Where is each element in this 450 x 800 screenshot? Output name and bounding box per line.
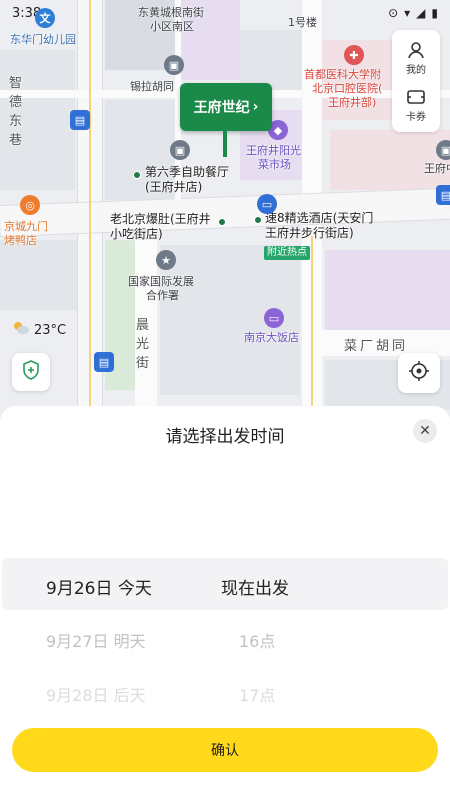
status-icons: ⊙ ▾ ◢ ▮ [388, 6, 438, 20]
wifi-icon: ▾ [404, 6, 411, 20]
map-label[interactable]: 北京口腔医院( [312, 82, 382, 96]
map-block [325, 250, 450, 330]
time-option[interactable]: 17点 [239, 682, 275, 706]
map-label[interactable]: 王府井阳光 [246, 144, 301, 158]
card-label: 卡券 [406, 112, 426, 123]
map-label: 1号楼 [288, 16, 317, 29]
building-icon: ▣ [164, 55, 184, 75]
road-horizontal [0, 188, 450, 236]
safety-button[interactable] [12, 353, 50, 391]
bus-stop-icon[interactable]: ▤ [70, 110, 90, 130]
map-label[interactable]: 速8精选酒店(天安门 [265, 211, 373, 225]
map-block [0, 240, 80, 310]
map-block [330, 130, 450, 190]
map-label: 合作署 [146, 289, 179, 302]
map-label[interactable]: 南京大饭店 [244, 331, 299, 345]
card-button[interactable]: 卡券 [405, 86, 427, 123]
location-icon: ⊙ [388, 6, 399, 20]
poi-dot [133, 171, 141, 179]
chevron-right-icon: › [252, 99, 259, 115]
map-label[interactable]: 首都医科大学附 [304, 68, 381, 82]
date-option-selected[interactable]: 9月26日 今天 [46, 574, 152, 599]
hotel-icon: ▭ [264, 308, 284, 328]
street-label: 晨光街 [136, 318, 150, 371]
map-label[interactable]: 老北京爆肚(王府井 [110, 212, 211, 226]
map-label[interactable]: 东华门幼儿园 [10, 33, 76, 47]
confirm-button[interactable]: 确认 [12, 728, 438, 772]
map-block [240, 30, 308, 90]
street-label: 智德东巷 [9, 76, 23, 148]
map-label[interactable]: 小吃街店) [110, 227, 163, 241]
map-label: 国家国际发展 [128, 275, 194, 288]
temperature: 23°C [34, 322, 67, 338]
map-label: 东黄城根南街 [138, 6, 204, 19]
street-label: 菜厂胡同 [344, 339, 409, 354]
side-panel: 我的 卡券 [392, 30, 440, 132]
hospital-icon: ✚ [344, 45, 364, 65]
map-label: 王府中 [424, 162, 450, 175]
hotel-icon: ▭ [257, 194, 277, 214]
callout-pin [223, 131, 227, 157]
map-label[interactable]: 王府井部) [328, 96, 376, 110]
close-icon: ✕ [419, 423, 431, 439]
time-option[interactable]: 16点 [239, 628, 275, 652]
map-label: 锡拉胡同 [130, 80, 174, 93]
signal-icon: ◢ [416, 6, 426, 20]
map-view[interactable]: 3:38 ⊙ ▾ ◢ ▮ 文 东华门幼儿园 东黄城根南街 小区南区 1号楼 ▣ … [0, 0, 450, 440]
nearby-hot-tag[interactable]: 附近热点 [264, 246, 310, 260]
poi-dot [218, 218, 226, 226]
map-label: 小区南区 [150, 20, 194, 33]
map-label[interactable]: 京城九门 [4, 220, 48, 234]
locate-button[interactable] [398, 353, 440, 393]
map-label[interactable]: 王府井步行街店) [265, 226, 354, 240]
crosshair-icon [408, 360, 430, 386]
mine-button[interactable]: 我的 [405, 39, 427, 76]
map-label[interactable]: 烤鸭店 [4, 234, 37, 248]
mine-label: 我的 [406, 65, 426, 76]
date-option[interactable]: 9月27日 明天 [46, 628, 146, 652]
partly-cloudy-icon [12, 321, 30, 339]
kindergarten-icon: 文 [35, 8, 55, 28]
weather-widget[interactable]: 23°C [12, 321, 66, 339]
building-icon: ▣ [170, 140, 190, 160]
battery-icon: ▮ [431, 6, 438, 20]
bus-stop-icon[interactable]: ▤ [436, 185, 450, 205]
callout-label: 王府世纪 [193, 100, 250, 116]
building-icon: ▣ [436, 140, 450, 160]
date-option[interactable]: 9月28日 后天 [46, 682, 146, 706]
poi-dot [254, 216, 262, 224]
restaurant-icon: ◎ [20, 195, 40, 215]
map-label[interactable]: (王府井店) [145, 180, 202, 194]
status-bar: 3:38 ⊙ ▾ ◢ ▮ [0, 0, 450, 26]
map-label[interactable]: 第六季自助餐厅 [145, 165, 229, 179]
ticket-icon [405, 86, 427, 108]
government-icon: ★ [156, 250, 176, 270]
time-option-selected[interactable]: 现在出发 [221, 574, 289, 599]
bus-stop-icon[interactable]: ▤ [94, 352, 114, 372]
close-button[interactable]: ✕ [413, 419, 437, 443]
shield-plus-icon [22, 360, 40, 384]
map-label[interactable]: 菜市场 [258, 158, 291, 172]
destination-callout[interactable]: 王府世纪 › [180, 83, 272, 131]
sheet-title: 请选择出发时间 [165, 427, 285, 447]
user-icon [405, 39, 427, 61]
road-centerline [89, 0, 91, 440]
